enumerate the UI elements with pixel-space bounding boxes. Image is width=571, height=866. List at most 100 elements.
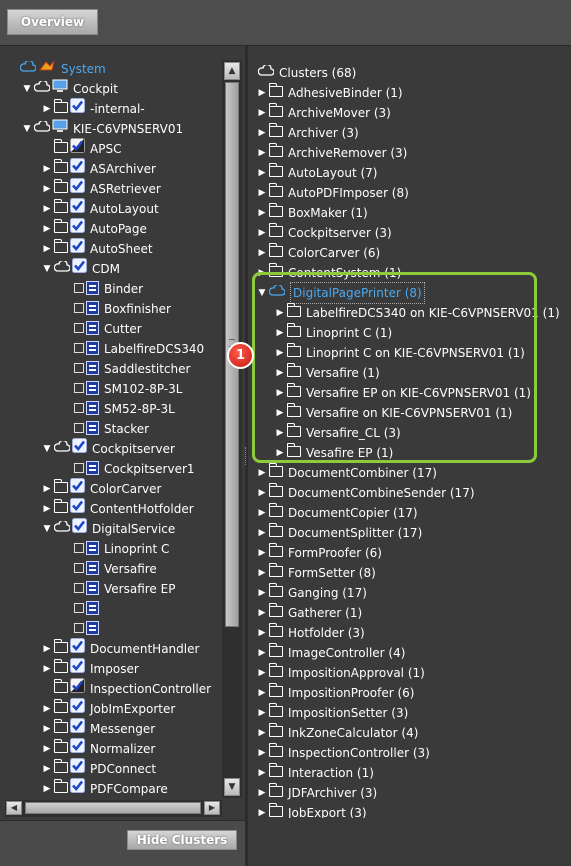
expand-arrow-icon[interactable]: ▶	[42, 739, 52, 759]
expand-arrow-icon[interactable]: ▶	[275, 303, 285, 323]
cluster-row[interactable]: ▶ Gatherer (1)	[257, 602, 362, 622]
cluster-row[interactable]: ▶ InspectionController (3)	[257, 742, 430, 762]
collapse-arrow-icon[interactable]: ▼	[257, 283, 267, 303]
system-tree-row[interactable]: ▶ DocumentHandler	[42, 638, 199, 658]
system-tree-row[interactable]	[62, 598, 104, 618]
expand-arrow-icon[interactable]: ▶	[42, 639, 52, 659]
clusters-root-row[interactable]: Clusters (68)	[256, 62, 356, 82]
splitter-grip-icon[interactable]	[245, 447, 248, 465]
scroll-left-arrow-icon[interactable]: ◀	[6, 801, 22, 815]
expand-arrow-icon[interactable]: ▶	[42, 179, 52, 199]
checkbox[interactable]	[74, 542, 84, 553]
expand-arrow-icon[interactable]: ▶	[275, 323, 285, 343]
cluster-row[interactable]: ▶ DocumentCombiner (17)	[257, 462, 437, 482]
expand-arrow-icon[interactable]: ▶	[42, 199, 52, 219]
expand-arrow-icon[interactable]: ▶	[275, 403, 285, 423]
system-tree-row[interactable]: Versafire EP	[62, 578, 175, 598]
system-tree-row[interactable]	[62, 618, 104, 638]
system-tree-row[interactable]: ▼ DigitalService	[42, 518, 175, 538]
scroll-down-arrow-icon[interactable]: ▼	[224, 778, 240, 796]
system-tree-row[interactable]: SM102-8P-3L	[62, 378, 182, 398]
expand-arrow-icon[interactable]: ▶	[275, 363, 285, 383]
cluster-row[interactable]: ▶ ImageController (4)	[257, 642, 405, 662]
expand-arrow-icon[interactable]: ▶	[42, 779, 52, 799]
system-tree-row[interactable]: ▶ AutoSheet	[42, 238, 153, 258]
expand-arrow-icon[interactable]: ▶	[257, 203, 267, 223]
expand-arrow-icon[interactable]: ▶	[257, 763, 267, 783]
expand-arrow-icon[interactable]: ▶	[257, 683, 267, 703]
left-tree-vertical-scrollbar[interactable]: ▲ ▼	[222, 60, 242, 798]
system-tree-row[interactable]: ▼ Cockpit	[22, 78, 118, 98]
expand-arrow-icon[interactable]: ▶	[42, 479, 52, 499]
checkbox[interactable]	[74, 362, 84, 373]
cluster-child-row[interactable]: ▶ Vesafire EP (1)	[275, 442, 393, 462]
checkbox[interactable]	[74, 302, 84, 313]
system-tree-row[interactable]: ▼ Cockpitserver	[42, 438, 175, 458]
checkbox[interactable]	[74, 382, 84, 393]
system-tree-row[interactable]: ▶ ColorCarver	[42, 478, 161, 498]
expand-arrow-icon[interactable]: ▶	[257, 263, 267, 283]
system-tree-row[interactable]: ▶ Normalizer	[42, 738, 155, 758]
cluster-child-row[interactable]: ▶ Versafire_CL (3)	[275, 422, 401, 442]
cluster-row[interactable]: ▶ Interaction (1)	[257, 762, 374, 782]
cluster-row[interactable]: ▶ DocumentCopier (17)	[257, 502, 418, 522]
expand-arrow-icon[interactable]: ▶	[275, 423, 285, 443]
cluster-row[interactable]: ▶ DocumentCombineSender (17)	[257, 482, 475, 502]
checkbox[interactable]	[74, 322, 84, 333]
expand-arrow-icon[interactable]: ▶	[275, 343, 285, 363]
cluster-child-row[interactable]: ▶ Versafire EP on KIE-C6VPNSERV01 (1)	[275, 382, 531, 402]
expand-arrow-icon[interactable]: ▶	[42, 219, 52, 239]
cluster-child-row[interactable]: ▶ Versafire on KIE-C6VPNSERV01 (1)	[275, 402, 512, 422]
system-tree-row[interactable]: ▶ AutoLayout	[42, 198, 159, 218]
system-tree-row[interactable]: ▶ AutoPage	[42, 218, 147, 238]
expand-arrow-icon[interactable]: ▶	[42, 499, 52, 519]
cluster-row[interactable]: ▶ FormSetter (8)	[257, 562, 376, 582]
expand-arrow-icon[interactable]: ▶	[275, 443, 285, 463]
checkbox[interactable]	[74, 422, 84, 433]
cluster-child-row[interactable]: ▶ Versafire (1)	[275, 362, 380, 382]
expand-arrow-icon[interactable]: ▶	[257, 623, 267, 643]
expand-arrow-icon[interactable]: ▶	[257, 183, 267, 203]
hide-clusters-button[interactable]: Hide Clusters	[127, 830, 237, 850]
expand-arrow-icon[interactable]: ▶	[257, 463, 267, 483]
expand-arrow-icon[interactable]: ▶	[257, 223, 267, 243]
system-tree-row[interactable]: Stacker	[62, 418, 149, 438]
system-tree-row[interactable]: Linoprint C	[62, 538, 169, 558]
cluster-row[interactable]: ▶ Hotfolder (3)	[257, 622, 365, 642]
system-tree-row[interactable]: System	[8, 58, 106, 78]
expand-arrow-icon[interactable]: ▶	[42, 659, 52, 679]
system-tree-row[interactable]: Cutter	[62, 318, 142, 338]
expand-arrow-icon[interactable]: ▶	[42, 159, 52, 179]
cluster-row[interactable]: ▶ Ganging (17)	[257, 582, 367, 602]
expand-arrow-icon[interactable]: ▶	[257, 723, 267, 743]
system-tree-row[interactable]: Binder	[62, 278, 143, 298]
cluster-row[interactable]: ▶ FormProofer (6)	[257, 542, 382, 562]
cluster-row[interactable]: ▶ ArchiveRemover (3)	[257, 142, 407, 162]
expand-arrow-icon[interactable]: ▶	[257, 743, 267, 763]
expand-arrow-icon[interactable]: ▶	[275, 383, 285, 403]
system-tree-row[interactable]: ▶ ASRetriever	[42, 178, 161, 198]
expand-arrow-icon[interactable]: ▶	[257, 583, 267, 603]
system-tree-row[interactable]: LabelfireDCS340	[62, 338, 204, 358]
cluster-child-row[interactable]: ▶ Linoprint C (1)	[275, 322, 392, 342]
cluster-row[interactable]: ▶ ArchiveMover (3)	[257, 102, 391, 122]
checkbox[interactable]	[74, 282, 84, 293]
system-tree-row[interactable]: Saddlestitcher	[62, 358, 190, 378]
expand-arrow-icon[interactable]: ▶	[257, 663, 267, 683]
cluster-row[interactable]: ▶ ContentSystem (1)	[257, 262, 401, 282]
cluster-row[interactable]: ▶ Cockpitserver (3)	[257, 222, 392, 242]
expand-arrow-icon[interactable]: ▶	[42, 719, 52, 739]
scroll-right-arrow-icon[interactable]: ▶	[204, 801, 220, 815]
left-tree-horizontal-scrollbar[interactable]: ◀ ▶	[5, 800, 222, 817]
cluster-row[interactable]: ▶ BoxMaker (1)	[257, 202, 368, 222]
expand-arrow-icon[interactable]: ▶	[42, 239, 52, 259]
cluster-row[interactable]: ▶ AdhesiveBinder (1)	[257, 82, 403, 102]
cluster-row[interactable]: ▶ Archiver (3)	[257, 122, 359, 142]
collapse-arrow-icon[interactable]: ▼	[22, 79, 32, 99]
expand-arrow-icon[interactable]: ▶	[257, 783, 267, 803]
horizontal-scrollbar-thumb[interactable]	[25, 802, 201, 814]
system-tree-row[interactable]: ▶ Messenger	[42, 718, 155, 738]
system-tree-row[interactable]: APSC	[42, 138, 121, 158]
expand-arrow-icon[interactable]: ▶	[257, 103, 267, 123]
overview-button[interactable]: Overview	[7, 9, 98, 35]
